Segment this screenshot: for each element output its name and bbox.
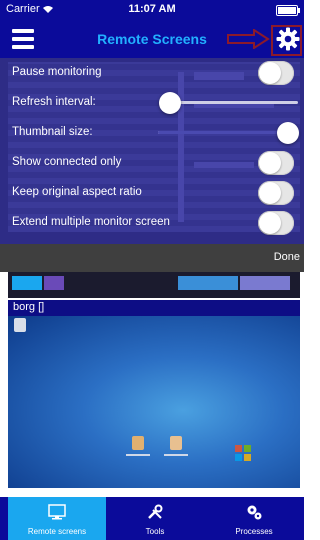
setting-refresh-interval: Refresh interval: <box>0 88 304 118</box>
thumbnail-size-slider[interactable] <box>158 118 299 148</box>
screen-card-borg[interactable]: borg [] <box>8 300 300 488</box>
tab-processes-label: Processes <box>235 527 273 536</box>
refresh-interval-slider[interactable] <box>159 88 298 118</box>
screen-card-header: borg [] <box>8 300 300 316</box>
done-button[interactable]: Done <box>274 251 300 263</box>
tab-bar: Remote screens Tools Processes <box>0 497 304 540</box>
show-connected-only-toggle[interactable] <box>258 151 294 175</box>
screen-thumbnail-strip[interactable] <box>8 272 300 298</box>
setting-pause-monitoring: Pause monitoring <box>0 58 304 88</box>
tab-remote-screens-label: Remote screens <box>27 527 87 536</box>
desktop-user-icon <box>132 436 144 450</box>
remote-desktop-thumbnail[interactable] <box>8 316 300 488</box>
pause-monitoring-label: Pause monitoring <box>12 66 102 78</box>
tab-tools[interactable]: Tools <box>106 497 204 540</box>
windows-logo-icon <box>235 445 251 461</box>
recycle-bin-icon <box>14 318 26 332</box>
extend-monitor-toggle[interactable] <box>258 211 294 235</box>
tab-remote-screens[interactable]: Remote screens <box>8 497 106 540</box>
thumbnail-size-label: Thumbnail size: <box>12 126 93 138</box>
tools-icon <box>148 504 163 519</box>
settings-done-bar: Done <box>0 244 304 272</box>
tab-processes[interactable]: Processes <box>204 497 304 540</box>
pause-monitoring-toggle[interactable] <box>258 61 294 85</box>
setting-thumbnail-size: Thumbnail size: <box>0 118 304 148</box>
gears-icon <box>247 505 262 520</box>
annotation-highlight-box <box>271 25 302 56</box>
monitor-icon <box>48 504 66 520</box>
annotation-arrow-icon <box>227 29 270 49</box>
refresh-interval-slider-thumb[interactable] <box>159 92 181 114</box>
screen-name: borg [] <box>13 301 45 313</box>
show-connected-only-label: Show connected only <box>12 156 122 168</box>
desktop-user-icon <box>170 436 182 450</box>
setting-keep-aspect-ratio: Keep original aspect ratio <box>0 178 304 208</box>
keep-aspect-ratio-label: Keep original aspect ratio <box>12 186 142 198</box>
setting-extend-monitor: Extend multiple monitor screen <box>0 208 304 238</box>
nav-bar: Remote Screens <box>0 20 304 58</box>
status-bar: Carrier 11:07 AM <box>0 0 304 20</box>
battery-icon <box>276 5 300 16</box>
tab-tools-label: Tools <box>145 527 165 536</box>
status-time: 11:07 AM <box>128 3 176 15</box>
refresh-interval-label: Refresh interval: <box>12 96 96 108</box>
thumbnail-size-slider-thumb[interactable] <box>277 122 299 144</box>
keep-aspect-ratio-toggle[interactable] <box>258 181 294 205</box>
extend-monitor-label: Extend multiple monitor screen <box>12 216 170 228</box>
setting-show-connected-only: Show connected only <box>0 148 304 178</box>
settings-panel: Pause monitoring Refresh interval: Thumb… <box>0 58 304 244</box>
